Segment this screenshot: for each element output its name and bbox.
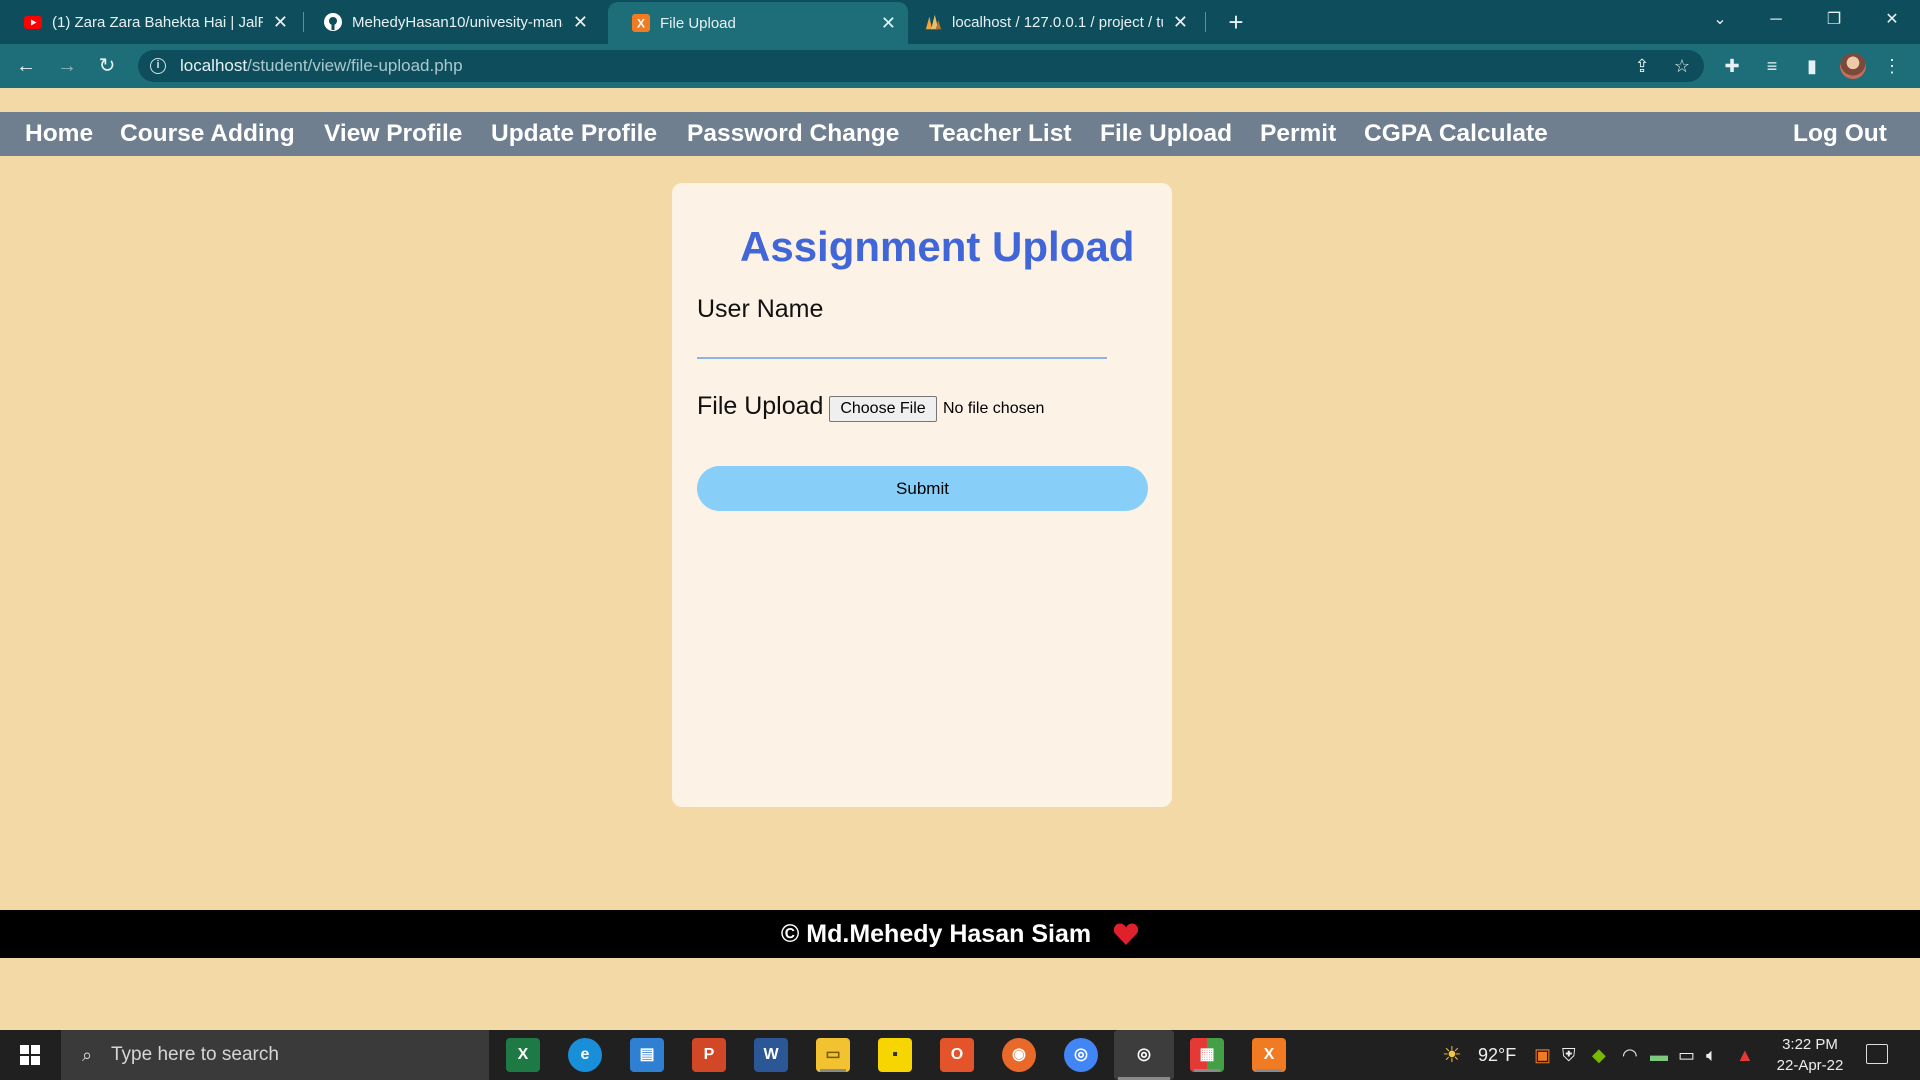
site-info-icon[interactable]: i — [150, 58, 166, 74]
browser-menu-icon[interactable]: ⋮ — [1880, 54, 1904, 78]
chrome-icon[interactable]: ◎ — [1064, 1038, 1098, 1072]
username-input[interactable] — [697, 333, 1107, 359]
tab-phpmyadmin[interactable]: localhost / 127.0.0.1 / project / tu ✕ — [900, 0, 1200, 44]
nav-view-profile[interactable]: View Profile — [324, 112, 462, 156]
tab-title: MehedyHasan10/univesity-mana — [352, 13, 563, 31]
form-title: Assignment Upload — [740, 223, 1135, 270]
tab-title: localhost / 127.0.0.1 / project / tu — [952, 13, 1163, 31]
chrome-active-icon[interactable]: ◎ — [1114, 1030, 1174, 1080]
taskbar-clock[interactable]: 3:22 PM 22-Apr-22 — [1770, 1034, 1850, 1076]
close-tab-icon[interactable]: ✕ — [573, 12, 588, 33]
defender-tray-icon[interactable]: ▬ — [1650, 1030, 1668, 1080]
reload-button[interactable]: ↻ — [93, 52, 121, 80]
notification-icon[interactable] — [1866, 1044, 1888, 1064]
restore-button[interactable]: ❐ — [1806, 0, 1862, 40]
file-explorer-icon[interactable]: ▭ — [816, 1038, 850, 1072]
bookmark-star-icon[interactable]: ☆ — [1670, 54, 1694, 78]
svg-text:X: X — [637, 17, 645, 31]
close-window-button[interactable]: ✕ — [1864, 0, 1920, 40]
phpmyadmin-icon — [924, 13, 942, 31]
xampp-tray-icon[interactable]: ▣ — [1534, 1030, 1551, 1080]
nvidia-tray-icon[interactable]: ◆ — [1592, 1030, 1606, 1080]
nav-home[interactable]: Home — [25, 112, 93, 156]
heart-icon — [1113, 923, 1139, 945]
tab-youtube[interactable]: (1) Zara Zara Bahekta Hai | JalRaj ✕ — [0, 0, 300, 44]
browser-tab-strip: (1) Zara Zara Bahekta Hai | JalRaj ✕ Meh… — [0, 0, 1920, 44]
windows-taskbar: ⌕ Type here to search X e ▤ P W ▭ ▪ O ◉ … — [0, 1030, 1920, 1080]
weather-temp[interactable]: 92°F — [1478, 1030, 1516, 1080]
search-placeholder: Type here to search — [111, 1044, 279, 1065]
tab-title: (1) Zara Zara Bahekta Hai | JalRaj — [52, 13, 263, 31]
close-tab-icon[interactable]: ✕ — [881, 13, 896, 34]
clock-time: 3:22 PM — [1782, 1036, 1838, 1053]
upload-form-card: Assignment Upload User Name File Upload … — [672, 183, 1172, 807]
url-text: localhost/student/view/file-upload.php — [180, 56, 463, 76]
xampp-taskbar-icon[interactable]: X — [1252, 1038, 1286, 1072]
clock-date: 22-Apr-22 — [1776, 1057, 1844, 1074]
tab-github[interactable]: MehedyHasan10/univesity-mana ✕ — [300, 0, 600, 44]
choose-file-button[interactable]: Choose File — [829, 396, 937, 422]
control-panel-icon[interactable]: ▤ — [630, 1038, 664, 1072]
nav-update-profile[interactable]: Update Profile — [491, 112, 657, 156]
battery-icon[interactable]: ▭ — [1678, 1030, 1695, 1080]
minimize-button[interactable]: ─ — [1748, 0, 1804, 40]
tab-file-upload[interactable]: X File Upload ✕ — [608, 2, 908, 44]
nav-cgpa-calculate[interactable]: CGPA Calculate — [1364, 112, 1548, 156]
apps-grid-icon[interactable]: ▦ — [1190, 1038, 1224, 1072]
page-body: Home Course Adding View Profile Update P… — [0, 88, 1920, 1030]
profile-avatar[interactable] — [1840, 53, 1866, 79]
no-file-text: No file chosen — [943, 400, 1045, 417]
file-upload-label: File Upload — [697, 392, 824, 420]
powerpoint-icon[interactable]: P — [692, 1038, 726, 1072]
word-icon[interactable]: W — [754, 1038, 788, 1072]
nav-course-adding[interactable]: Course Adding — [120, 112, 295, 156]
tab-search-chevron-icon[interactable]: ⌄ — [1692, 0, 1748, 40]
nav-permit[interactable]: Permit — [1260, 112, 1336, 156]
address-bar[interactable]: i localhost/student/view/file-upload.php — [138, 50, 1704, 82]
start-button[interactable] — [0, 1030, 60, 1080]
side-panel-icon[interactable]: ▮ — [1800, 54, 1824, 78]
excel-icon[interactable]: X — [506, 1038, 540, 1072]
media-queue-icon[interactable]: ≡ — [1760, 54, 1784, 78]
tab-title: File Upload — [660, 14, 736, 32]
submit-button[interactable]: Submit — [697, 466, 1148, 511]
edge-icon[interactable]: e — [568, 1038, 602, 1072]
new-tab-button[interactable]: + — [1220, 6, 1252, 38]
close-tab-icon[interactable]: ✕ — [1173, 12, 1188, 33]
close-tab-icon[interactable]: ✕ — [273, 12, 288, 33]
wifi-icon[interactable]: ◠ — [1622, 1030, 1638, 1080]
acrobat-tray-icon[interactable]: ▲ — [1736, 1030, 1754, 1080]
taskbar-search[interactable]: ⌕ Type here to search — [61, 1030, 489, 1080]
github-icon — [324, 13, 342, 31]
sticky-notes-icon[interactable]: ▪ — [878, 1038, 912, 1072]
url-path: /student/view/file-upload.php — [247, 56, 463, 75]
xampp-icon: X — [632, 14, 650, 32]
footer-credit: © Md.Mehedy Hasan Siam — [780, 919, 1092, 948]
back-button[interactable]: ← — [12, 52, 40, 80]
firefox-icon[interactable]: ◉ — [1002, 1038, 1036, 1072]
tab-separator — [1205, 12, 1206, 32]
security-tray-icon[interactable]: ⛨ — [1562, 1030, 1576, 1080]
forward-button[interactable]: → — [53, 52, 81, 80]
username-label: User Name — [697, 295, 824, 323]
browser-toolbar: ← → ↻ i localhost/student/view/file-uplo… — [0, 44, 1920, 88]
weather-icon[interactable]: ☀ — [1442, 1030, 1462, 1080]
windows-logo-icon — [20, 1045, 40, 1065]
nav-file-upload[interactable]: File Upload — [1100, 112, 1232, 156]
url-host: localhost — [180, 56, 248, 75]
youtube-icon — [24, 13, 42, 31]
nav-log-out[interactable]: Log Out — [1793, 112, 1887, 156]
search-icon: ⌕ — [81, 1045, 93, 1065]
page-footer: © Md.Mehedy Hasan Siam — [0, 910, 1920, 958]
office-icon[interactable]: O — [940, 1038, 974, 1072]
nav-teacher-list[interactable]: Teacher List — [929, 112, 1072, 156]
top-navigation: Home Course Adding View Profile Update P… — [0, 112, 1920, 156]
share-icon[interactable]: ⇪ — [1630, 54, 1654, 78]
nav-password-change[interactable]: Password Change — [687, 112, 899, 156]
extensions-icon[interactable]: ✚ — [1720, 54, 1744, 78]
volume-icon[interactable]: 🔈︎ — [1706, 1030, 1717, 1080]
